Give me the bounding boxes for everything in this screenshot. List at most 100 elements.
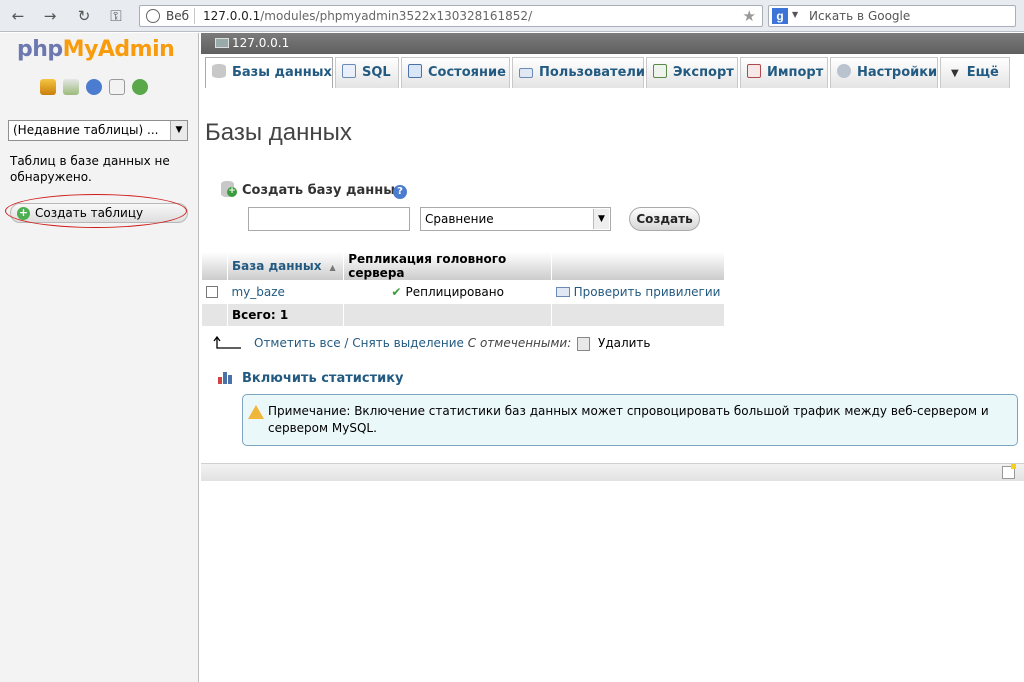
create-database-icon xyxy=(221,181,237,197)
separator: / xyxy=(344,336,349,350)
logo-admin: Admin xyxy=(97,37,175,62)
enable-statistics-link[interactable]: Включить статистику xyxy=(242,371,404,386)
tab-sql[interactable]: SQL xyxy=(335,57,399,88)
warning-icon xyxy=(248,405,264,419)
delete-link[interactable]: Удалить xyxy=(598,336,651,350)
tab-export[interactable]: Экспорт xyxy=(646,57,738,88)
logo-php: php xyxy=(17,37,63,62)
collation-value: Сравнение xyxy=(425,212,494,226)
recent-tables-select[interactable]: (Недавние таблицы) ... ▼ xyxy=(8,120,188,141)
delete-icon[interactable] xyxy=(577,337,590,351)
deselect-all-link[interactable]: Снять выделение xyxy=(352,336,464,350)
navigation-panel: phpMyAdmin (Недавние таблицы) ... ▼ Табл… xyxy=(0,33,199,682)
notice-text: Примечание: Включение статистики баз дан… xyxy=(268,404,989,435)
table-header-row: База данных ▲ Репликация головного сервер… xyxy=(202,252,725,280)
database-icon xyxy=(212,64,226,78)
users-icon xyxy=(519,68,533,78)
selection-controls: Отметить все / Снять выделение С отмечен… xyxy=(254,336,571,350)
phpmyadmin-logo[interactable]: phpMyAdmin xyxy=(17,37,175,62)
tab-label: SQL xyxy=(362,65,391,80)
page-title: Базы данных xyxy=(205,119,352,146)
bookmark-star-icon[interactable]: ★ xyxy=(743,7,756,25)
tab-databases[interactable]: Базы данных xyxy=(205,57,333,88)
browser-toolbar: ← → ↻ ⚿ Веб 127.0.0.1/modules/phpmyadmin… xyxy=(0,0,1024,32)
column-header-action xyxy=(551,252,725,280)
address-separator xyxy=(194,8,195,24)
server-breadcrumb[interactable]: 127.0.0.1 xyxy=(201,33,1024,54)
total-spacer xyxy=(202,304,228,326)
checkmark-icon: ✔ xyxy=(391,285,402,299)
protocol-label: Веб xyxy=(166,9,190,23)
reload-icon[interactable]: ↻ xyxy=(74,6,94,26)
chevron-down-icon[interactable]: ▼ xyxy=(170,121,187,140)
create-table-label: Создать таблицу xyxy=(35,206,144,220)
tab-label: Состояние xyxy=(428,65,506,80)
total-row: Всего: 1 xyxy=(202,304,725,326)
main-tabs: Базы данных SQL Состояние Пользователи Э… xyxy=(201,54,1024,88)
globe-icon xyxy=(146,9,160,23)
tab-label: Пользователи xyxy=(539,65,646,80)
sort-ascending-icon: ▲ xyxy=(329,263,336,272)
statistics-icon xyxy=(218,371,233,384)
collation-select[interactable]: Сравнение ▼ xyxy=(420,207,611,231)
status-icon xyxy=(408,64,422,78)
privileges-cell: Проверить привилегии xyxy=(551,280,725,304)
browser-search-box[interactable]: g ▼ Искать в Google xyxy=(768,5,1016,27)
sql-icon xyxy=(342,64,356,78)
row-checkbox-cell xyxy=(202,280,228,304)
tab-import[interactable]: Импорт xyxy=(740,57,828,88)
settings-icon xyxy=(837,64,851,78)
arrow-up-left-icon xyxy=(213,336,241,349)
databases-table: База данных ▲ Репликация головного сервер… xyxy=(202,252,725,326)
tab-label: Ещё xyxy=(966,65,999,80)
tab-label: Импорт xyxy=(767,65,824,80)
plus-icon: + xyxy=(17,206,30,220)
export-icon xyxy=(653,64,667,78)
docs-icon[interactable] xyxy=(109,79,125,95)
refresh-icon[interactable] xyxy=(132,79,148,95)
privileges-icon xyxy=(555,287,570,297)
console-icon[interactable] xyxy=(1002,464,1016,479)
tab-label: Базы данных xyxy=(232,65,332,80)
google-icon[interactable]: g xyxy=(772,8,788,24)
tab-more[interactable]: ▼ Ещё xyxy=(940,57,1010,88)
server-name: 127.0.0.1 xyxy=(232,36,290,50)
search-placeholder: Искать в Google xyxy=(809,9,911,23)
back-arrow-icon[interactable]: ← xyxy=(8,6,28,26)
database-link[interactable]: my_baze xyxy=(231,285,284,299)
column-header-replication: Репликация головного сервера xyxy=(343,252,553,280)
home-icon[interactable] xyxy=(40,79,56,95)
column-header-database[interactable]: База данных ▲ xyxy=(227,252,345,280)
key-icon[interactable]: ⚿ xyxy=(106,6,126,26)
create-database-button[interactable]: Создать xyxy=(629,207,700,231)
chevron-down-icon[interactable]: ▼ xyxy=(792,10,798,19)
address-bar[interactable]: Веб 127.0.0.1/modules/phpmyadmin3522x130… xyxy=(139,5,763,27)
help-icon[interactable]: ? xyxy=(393,185,407,199)
console-bar xyxy=(201,463,1024,481)
forward-arrow-icon[interactable]: → xyxy=(40,6,60,26)
url-text[interactable]: 127.0.0.1/modules/phpmyadmin3522x1303281… xyxy=(203,9,532,23)
tab-users[interactable]: Пользователи xyxy=(512,57,646,88)
total-label: Всего: 1 xyxy=(227,304,345,326)
row-checkbox[interactable] xyxy=(206,286,218,298)
database-name-cell: my_baze xyxy=(227,280,344,304)
check-privileges-link[interactable]: Проверить привилегии xyxy=(574,285,721,299)
server-icon xyxy=(215,38,229,48)
notice-box: Примечание: Включение статистики баз дан… xyxy=(242,394,1018,446)
database-name-input[interactable] xyxy=(248,207,410,231)
header-label: Репликация головного сервера xyxy=(348,252,507,280)
url-path: /modules/phpmyadmin3522x130328161852/ xyxy=(260,9,533,23)
recent-tables-value: (Недавние таблицы) ... xyxy=(13,123,159,137)
help-icon[interactable] xyxy=(86,79,102,95)
create-table-button[interactable]: + Создать таблицу xyxy=(10,203,188,223)
total-spacer xyxy=(343,304,553,326)
tab-label: Экспорт xyxy=(673,65,734,80)
quick-links xyxy=(40,79,148,95)
logout-icon[interactable] xyxy=(63,79,79,95)
select-all-link[interactable]: Отметить все xyxy=(254,336,341,350)
tab-status[interactable]: Состояние xyxy=(401,57,510,88)
tab-settings[interactable]: Настройки xyxy=(830,57,938,88)
import-icon xyxy=(747,64,761,78)
table-row: my_baze ✔ Реплицировано Проверить привиле… xyxy=(202,280,725,304)
chevron-down-icon[interactable]: ▼ xyxy=(593,209,609,229)
